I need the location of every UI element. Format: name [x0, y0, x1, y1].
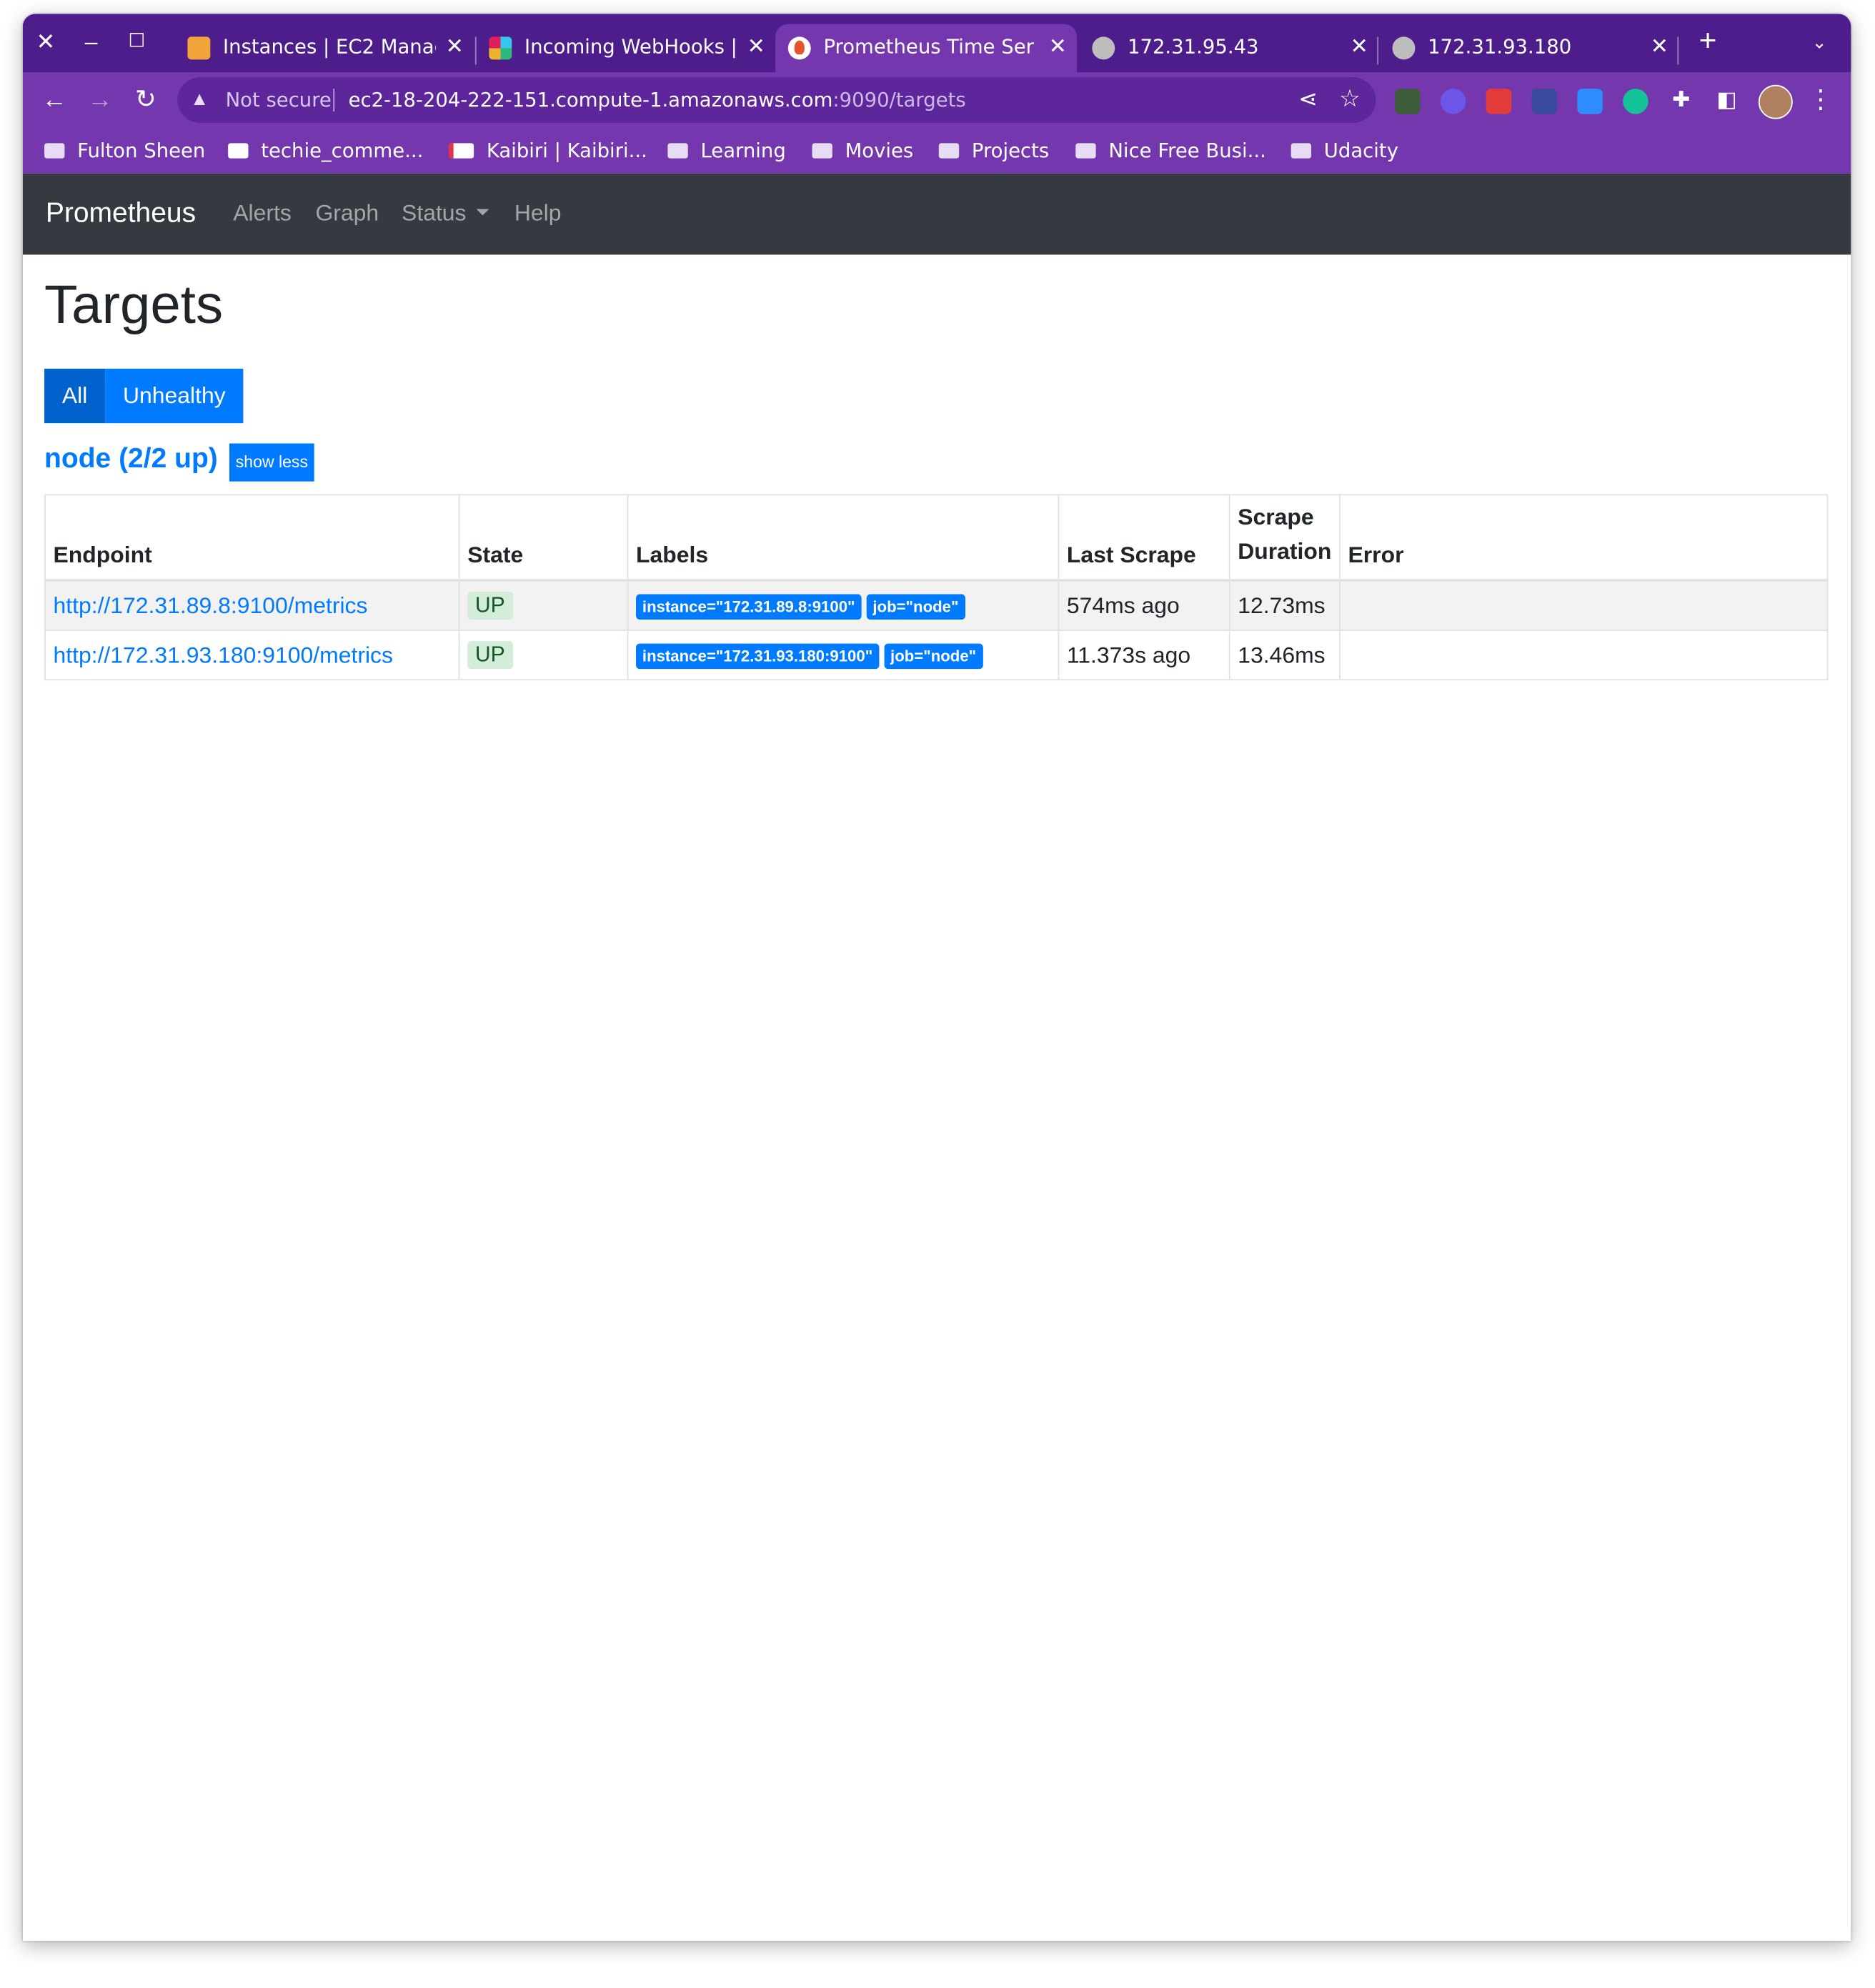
bookmark-movies[interactable]: Movies	[812, 136, 913, 167]
close-window-icon[interactable]: ✕	[31, 26, 61, 57]
extension-1-icon[interactable]	[1395, 89, 1421, 114]
label-badge: instance="172.31.93.180:9100"	[636, 643, 880, 670]
page-title: Targets	[44, 274, 224, 336]
col-last-scrape: Last Scrape	[1058, 494, 1230, 582]
tab-strip: ✕ – ☐ Instances | EC2 Manag ✕ Incoming W…	[22, 14, 1851, 73]
folder-icon	[667, 143, 688, 159]
maximize-window-icon[interactable]: ☐	[121, 26, 152, 57]
close-tab-icon[interactable]: ✕	[1351, 34, 1368, 59]
slack-icon	[489, 36, 512, 60]
brand-link[interactable]: Prometheus	[46, 197, 196, 229]
site-icon	[228, 143, 249, 159]
tab-prometheus[interactable]: Prometheus Time Ser ✕	[775, 24, 1078, 73]
extensions-puzzle-icon[interactable]: ✚	[1665, 84, 1698, 116]
tab-ec2-instances[interactable]: Instances | EC2 Manag ✕	[175, 24, 474, 72]
bookmark-projects[interactable]: Projects	[938, 136, 1049, 167]
folder-icon	[1075, 143, 1096, 159]
endpoint-link[interactable]: http://172.31.93.180:9100/metrics	[53, 642, 392, 667]
label-badge: job="node"	[884, 643, 983, 670]
error-cell	[1339, 630, 1829, 681]
url-text[interactable]: ec2-18-204-222-151.compute-1.amazonaws.c…	[349, 89, 966, 111]
close-tab-icon[interactable]: ✕	[1049, 34, 1067, 59]
globe-icon	[1392, 36, 1416, 60]
col-state: State	[458, 494, 629, 582]
new-tab-icon[interactable]: +	[1693, 26, 1724, 57]
scrape-duration-cell: 12.73ms	[1228, 580, 1341, 631]
col-error: Error	[1339, 494, 1829, 582]
back-arrow-icon[interactable]: ←	[38, 84, 71, 116]
extension-4-icon[interactable]	[1531, 89, 1558, 114]
tab-incoming-webhooks[interactable]: Incoming WebHooks | ✕	[477, 24, 775, 72]
bookmark-nice-free-busi[interactable]: Nice Free Busi...	[1075, 136, 1266, 167]
extension-2-icon[interactable]	[1440, 89, 1466, 114]
table-row: http://172.31.93.180:9100/metrics UP ins…	[44, 630, 1829, 681]
reload-icon[interactable]: ↻	[129, 84, 162, 116]
browser-toolbar: ← → ↻ ▲ Not secure ec2-18-204-222-151.co…	[23, 72, 1851, 128]
grammarly-icon[interactable]	[1623, 89, 1648, 114]
targets-table: Endpoint State Labels Last Scrape Scrape…	[44, 494, 1829, 681]
share-icon[interactable]: ⋖	[1298, 86, 1318, 113]
forward-arrow-icon[interactable]: →	[84, 84, 116, 116]
label-badge: instance="172.31.89.8:9100"	[636, 594, 862, 620]
last-scrape-cell: 11.373s ago	[1058, 630, 1230, 681]
col-endpoint: Endpoint	[44, 494, 460, 582]
folder-icon	[44, 143, 65, 159]
bookmark-techie-comme[interactable]: techie_comme...	[228, 136, 423, 167]
prometheus-icon	[787, 36, 811, 60]
bookmarks-bar: Fulton Sheen techie_comme... Kaibiri | K…	[23, 128, 1851, 174]
filter-all-button[interactable]: All	[44, 368, 106, 424]
state-badge: UP	[467, 641, 513, 670]
bookmark-learning[interactable]: Learning	[667, 136, 786, 167]
folder-icon	[812, 143, 832, 159]
folder-icon	[1290, 143, 1312, 159]
folder-icon	[938, 143, 960, 159]
nav-status-dropdown[interactable]: Status	[402, 200, 489, 227]
scrape-duration-cell: 13.46ms	[1228, 630, 1341, 681]
aws-box-icon	[187, 36, 211, 60]
job-header-link[interactable]: node (2/2 up)	[44, 442, 218, 475]
bookmark-fulton-sheen[interactable]: Fulton Sheen	[44, 136, 205, 167]
col-labels: Labels	[627, 494, 1060, 582]
bookmark-kaibiri[interactable]: Kaibiri | Kaibiri...	[448, 136, 647, 167]
menu-kebab-icon[interactable]: ⋮	[1804, 84, 1837, 116]
browser-window: ✕ – ☐ Instances | EC2 Manag ✕ Incoming W…	[22, 14, 1851, 1942]
filter-unhealthy-button[interactable]: Unhealthy	[105, 368, 244, 424]
address-bar[interactable]: ▲ Not secure ec2-18-204-222-151.compute-…	[177, 77, 1376, 123]
extension-3-icon[interactable]	[1486, 89, 1512, 114]
not-secure-label[interactable]: Not secure	[226, 89, 332, 111]
tab-search-chevron-icon[interactable]: ⌄	[1804, 26, 1835, 57]
close-tab-icon[interactable]: ✕	[747, 34, 765, 59]
show-less-button[interactable]: show less	[229, 443, 314, 482]
close-tab-icon[interactable]: ✕	[446, 34, 464, 59]
prometheus-navbar: Prometheus Alerts Graph Status Help	[22, 173, 1851, 255]
nav-alerts[interactable]: Alerts	[233, 200, 292, 227]
side-panel-icon[interactable]: ◧	[1711, 84, 1744, 116]
table-row: http://172.31.89.8:9100/metrics UP insta…	[44, 580, 1829, 631]
col-scrape-duration: Scrape Duration	[1228, 494, 1341, 582]
nav-help[interactable]: Help	[514, 200, 562, 227]
tab-ip-172-31-93-180[interactable]: 172.31.93.180 ✕	[1380, 24, 1678, 72]
last-scrape-cell: 574ms ago	[1058, 580, 1230, 631]
label-badge: job="node"	[866, 594, 965, 620]
minimize-window-icon[interactable]: –	[76, 26, 106, 57]
tab-ip-172-31-95-43[interactable]: 172.31.95.43 ✕	[1080, 24, 1378, 72]
endpoint-link[interactable]: http://172.31.89.8:9100/metrics	[53, 592, 367, 617]
profile-avatar[interactable]	[1758, 84, 1793, 119]
nav-graph[interactable]: Graph	[315, 200, 379, 227]
browser-chrome: ✕ – ☐ Instances | EC2 Manag ✕ Incoming W…	[22, 14, 1851, 174]
error-cell	[1339, 580, 1829, 631]
globe-icon	[1092, 36, 1115, 60]
caret-down-icon	[476, 209, 489, 216]
zoom-extension-icon[interactable]	[1577, 89, 1603, 114]
bookmark-star-icon[interactable]: ☆	[1339, 85, 1361, 114]
bookmark-udacity[interactable]: Udacity	[1290, 136, 1398, 167]
close-tab-icon[interactable]: ✕	[1651, 34, 1668, 59]
warning-triangle-icon: ▲	[189, 89, 209, 111]
site-icon	[448, 143, 474, 159]
state-badge: UP	[467, 591, 513, 620]
filter-button-group: All Unhealthy	[44, 368, 244, 424]
